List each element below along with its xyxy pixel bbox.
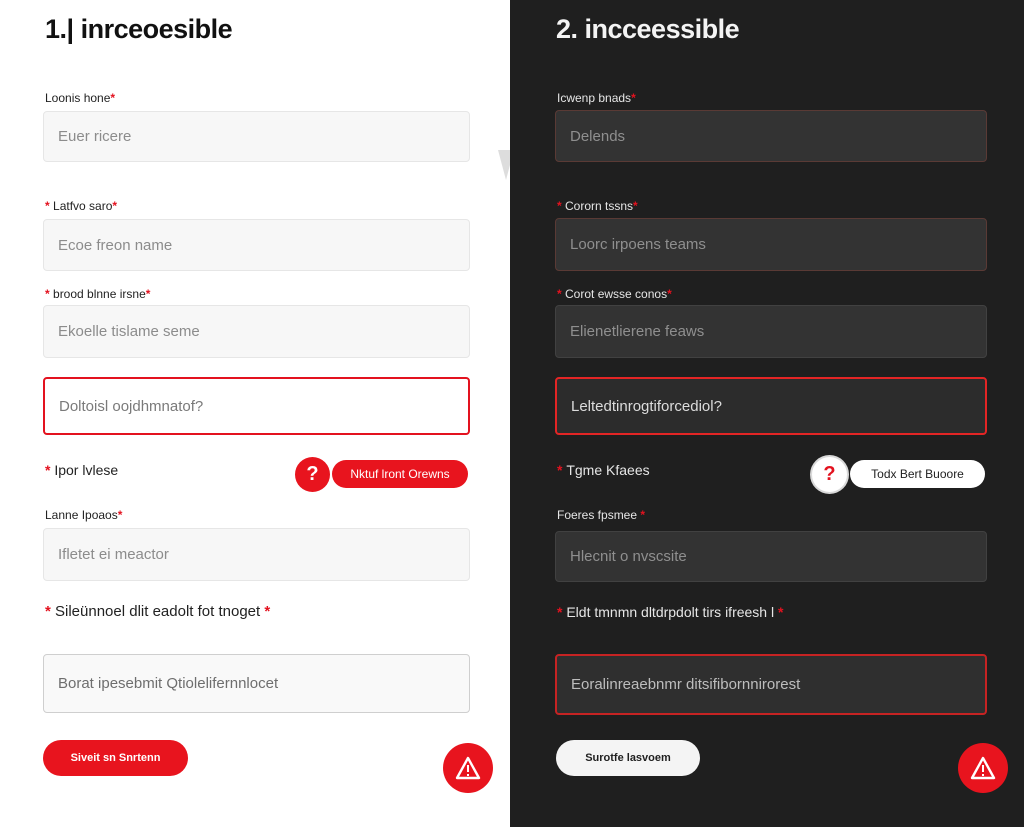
field-label-1: Loonis hone xyxy=(45,91,111,105)
field-label-3: Corot ewsse conos xyxy=(565,287,668,301)
error-input[interactable]: Doltoisl oojdhmnatof? xyxy=(43,377,470,435)
field-label-2: Cororn tssns xyxy=(565,199,634,213)
required-asterisk: * xyxy=(557,604,567,620)
field-label-1: Icwenp bnads xyxy=(557,91,632,105)
required-asterisk: * xyxy=(110,91,116,105)
required-asterisk: * xyxy=(557,462,567,478)
text-input-1[interactable]: Euer ricere xyxy=(43,111,470,162)
help-tooltip-button[interactable]: Nktuf lront Orewns xyxy=(332,460,468,488)
required-asterisk: * xyxy=(45,287,54,301)
field-label-3: brood blnne irsne xyxy=(53,287,146,301)
inaccessible-form-panel-dark: 2. incceessible Icwenp bnads* Delends * … xyxy=(510,0,1024,827)
question-mark-icon[interactable]: ? xyxy=(295,457,330,492)
submit-button[interactable]: Siveit sn Snrtenn xyxy=(43,740,188,776)
text-input-6[interactable]: Ifletet ei meactor xyxy=(43,528,470,581)
warning-triangle-icon[interactable] xyxy=(443,743,493,793)
field-label-5: Tgme Kfaees xyxy=(566,462,650,478)
text-input-1[interactable]: Delends xyxy=(555,110,987,162)
inaccessible-form-panel-light: 1.| inrceoesible Loonis hone* Euer ricer… xyxy=(0,0,510,827)
required-asterisk: * xyxy=(631,91,636,105)
text-input-3[interactable]: Ekoelle tislame seme xyxy=(43,305,470,358)
text-input-2[interactable]: Ecoe freon name xyxy=(43,219,470,271)
submit-button[interactable]: Surotfe lasvoem xyxy=(556,740,700,776)
text-input-2[interactable]: Loorc irpoens teams xyxy=(555,218,987,271)
help-tooltip-button[interactable]: Todx Bert Buoore xyxy=(850,460,985,488)
required-asterisk: * xyxy=(557,287,566,301)
field-label-7: Sileünnoel dlit eadolt fot tnoget xyxy=(55,603,261,620)
text-input-6[interactable]: Hlecnit o nvscsite xyxy=(555,531,987,582)
required-asterisk: * xyxy=(557,199,566,213)
field-label-5: Ipor lvlese xyxy=(54,462,119,478)
text-input-3[interactable]: Elienetlierene feaws xyxy=(555,305,987,358)
panel-title: 1.| inrceoesible xyxy=(45,14,233,44)
question-mark-icon[interactable]: ? xyxy=(812,457,847,492)
required-asterisk: * xyxy=(45,199,54,213)
error-input[interactable]: Leltedtinrogtiforcediol? xyxy=(555,377,987,435)
required-asterisk: * xyxy=(45,462,55,478)
text-input-7[interactable]: Borat ipesebmit Qtiolelifernnlocet xyxy=(43,654,470,713)
warning-triangle-glyph xyxy=(970,756,996,780)
field-label-7: Eldt tmnmn dltdrpdolt tirs ifreesh l xyxy=(566,604,775,620)
warning-triangle-icon[interactable] xyxy=(958,743,1008,793)
warning-triangle-glyph xyxy=(455,756,481,780)
text-input-7[interactable]: Eoralinreaebnmr ditsifibornnirorest xyxy=(555,654,987,715)
field-label-2: Latfvo saro xyxy=(53,199,113,213)
field-label-6: Lanne Ipoaos xyxy=(45,508,118,522)
required-asterisk: * xyxy=(45,603,56,620)
panel-title: 2. incceessible xyxy=(556,14,740,44)
field-label-6: Foeres fpsmee xyxy=(557,508,638,522)
